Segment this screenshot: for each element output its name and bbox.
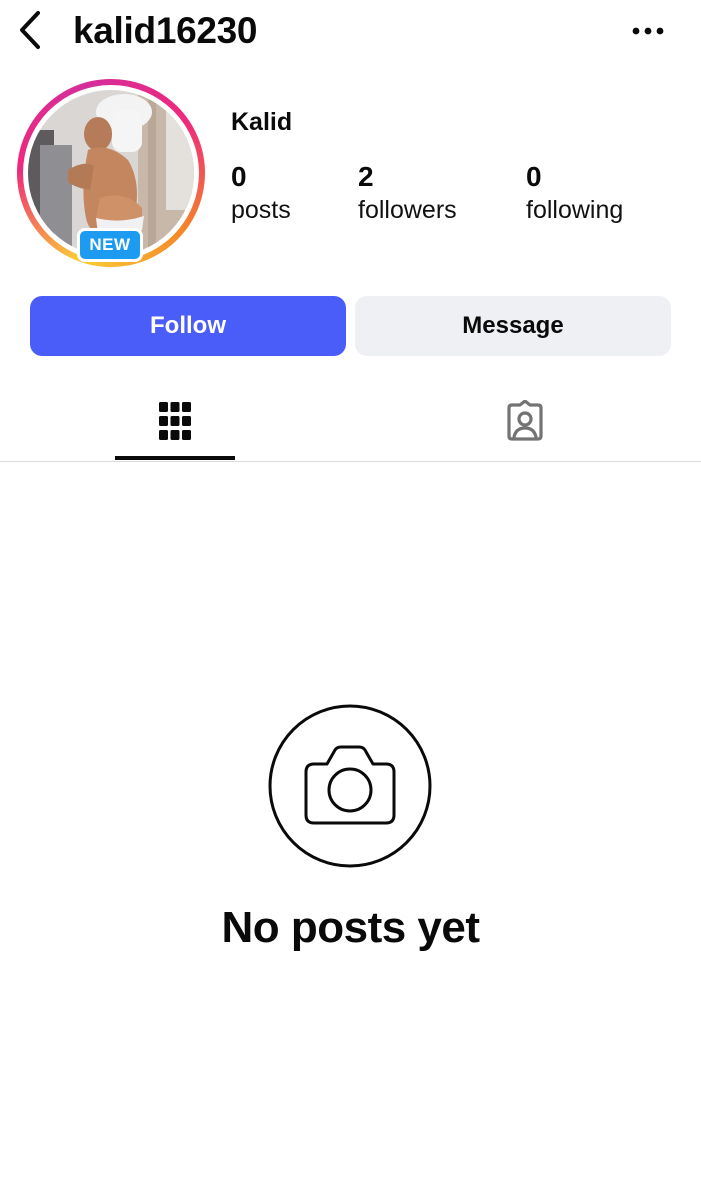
profile-tabs [0,382,701,462]
following-stat[interactable]: 0 following [526,160,623,226]
follow-button[interactable]: Follow [30,296,346,356]
following-label: following [526,196,624,224]
empty-state-title: No posts yet [221,903,480,952]
active-tab-indicator [115,456,235,460]
top-bar: kalid16230 [0,0,701,64]
following-count: 0 [526,161,542,192]
followers-label: followers [358,196,457,224]
chevron-left-icon [20,11,40,49]
profile-username: kalid16230 [73,10,258,51]
posts-label: posts [231,196,291,224]
empty-state-camera [268,704,432,868]
followers-stat[interactable]: 2 followers [358,160,457,226]
more-horizontal-icon [632,27,664,35]
back-button[interactable] [12,8,48,52]
tab-tagged[interactable] [465,382,585,460]
new-badge: NEW [77,228,143,262]
grid-icon [159,402,191,440]
more-options-button[interactable] [626,14,670,48]
posts-stat: 0 posts [231,160,291,226]
posts-count: 0 [231,161,247,192]
message-button[interactable]: Message [355,296,671,356]
profile-display-name: Kalid [231,108,293,136]
tab-posts-grid[interactable] [115,382,235,460]
camera-icon [268,704,432,868]
tagged-user-icon [507,400,543,441]
followers-count: 2 [358,161,374,192]
